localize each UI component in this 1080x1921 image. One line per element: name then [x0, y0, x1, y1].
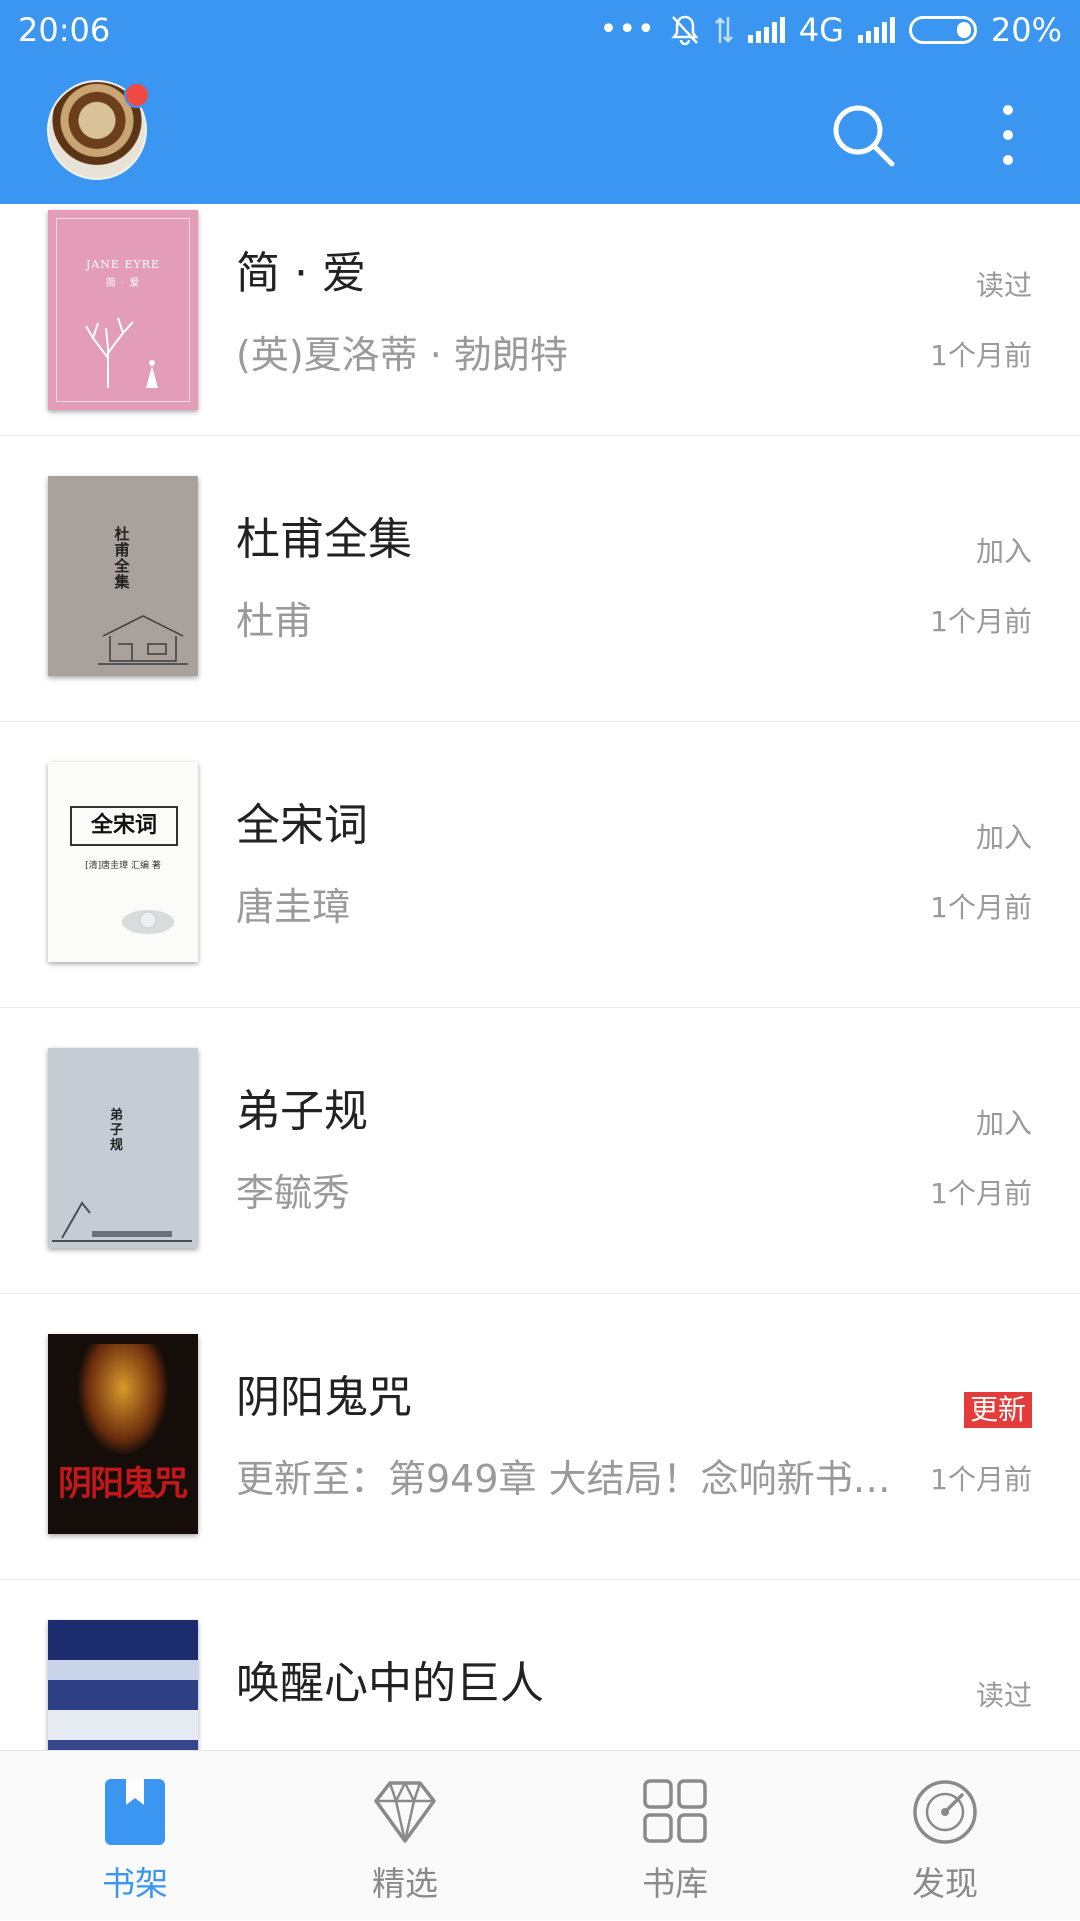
tab-featured[interactable]: 精选	[270, 1751, 540, 1921]
status-indicators: ••• 4G 20%	[600, 10, 1062, 50]
tab-discover[interactable]: 发现	[810, 1751, 1080, 1921]
status-time: 20:06	[18, 11, 111, 49]
grid-icon	[643, 1779, 707, 1843]
book-status: 加入	[975, 535, 1032, 568]
book-cover: 阴阳鬼咒	[48, 1334, 198, 1534]
book-cover	[48, 1620, 198, 1750]
book-status: 加入	[975, 821, 1032, 854]
book-title: 杜甫全集	[236, 514, 412, 565]
network-type: 4G	[798, 11, 844, 49]
bell-muted-icon	[671, 15, 699, 46]
book-time: 1个月前	[930, 1177, 1032, 1210]
cover-subtitle: 简 · 爱	[105, 278, 141, 289]
book-time: 1个月前	[930, 1463, 1032, 1496]
book-title: 弟子规	[236, 1086, 368, 1137]
cover-subtitle: [清]唐圭璋 汇编 著	[85, 861, 161, 871]
book-cover: 全宋词 [清]唐圭璋 汇编 著	[48, 762, 198, 962]
book-latest-chapter: 更新至：第949章 大结局！念响新书…	[236, 1457, 891, 1501]
book-author: 李毓秀	[236, 1171, 351, 1215]
list-item[interactable]: 全宋词 [清]唐圭璋 汇编 著 全宋词 加入 唐圭璋 1个月前	[0, 722, 1080, 1008]
book-status: 读过	[975, 1679, 1032, 1712]
book-author: (英)夏洛蒂 · 勃朗特	[236, 333, 568, 377]
book-title: 简 · 爱	[236, 248, 366, 299]
book-time: 1个月前	[930, 891, 1032, 924]
book-time: 1个月前	[930, 605, 1032, 638]
book-title: 全宋词	[236, 800, 368, 851]
bookshelf-icon	[105, 1779, 165, 1845]
battery-percent: 20%	[990, 11, 1062, 49]
battery-icon	[908, 16, 977, 44]
notification-dot	[124, 82, 150, 108]
cover-title: 阴阳鬼咒	[58, 1464, 188, 1504]
list-item[interactable]: 杜甫全集 杜甫全集 加入 杜甫 1个月前	[0, 436, 1080, 722]
book-cover: 杜甫全集	[48, 476, 198, 676]
tab-bookshelf[interactable]: 书架	[0, 1751, 270, 1921]
cover-title: 弟子规	[110, 1108, 124, 1153]
update-badge: 更新	[963, 1392, 1032, 1428]
tab-library[interactable]: 书库	[540, 1751, 810, 1921]
landscape-illustration-icon	[52, 1201, 192, 1242]
list-item[interactable]: 弟子规 弟子规 加入 李毓秀 1个月前	[0, 1008, 1080, 1294]
house-illustration-icon	[98, 615, 188, 665]
status-bar: 20:06 ••• 4G 20%	[0, 0, 1080, 62]
cover-title: 全宋词	[70, 806, 178, 846]
book-status: 读过	[975, 269, 1032, 302]
book-author: 唐圭璋	[236, 885, 351, 929]
app-bar	[0, 62, 1080, 204]
book-status: 加入	[975, 1107, 1032, 1140]
cover-title: 杜甫全集	[114, 525, 130, 591]
list-item[interactable]: JANE EYRE 简 · 爱 简 · 爱 读过 (英)夏洛蒂 · 勃朗特 1个…	[0, 204, 1080, 436]
diamond-icon	[374, 1781, 436, 1843]
book-author: 杜甫	[236, 599, 313, 643]
tab-label: 发现	[912, 1864, 978, 1903]
bottom-navigation: 书架 精选 书库 发现	[0, 1750, 1080, 1920]
book-cover: JANE EYRE 简 · 爱	[48, 210, 198, 410]
list-item[interactable]: 阴阳鬼咒 阴阳鬼咒 更新 更新至：第949章 大结局！念响新书… 1个月前	[0, 1294, 1080, 1580]
discover-icon	[913, 1780, 977, 1844]
book-title: 唤醒心中的巨人	[236, 1658, 544, 1709]
flower-illustration-icon	[122, 910, 174, 934]
tree-icon	[85, 317, 158, 388]
book-title: 阴阳鬼咒	[236, 1372, 412, 1423]
search-icon[interactable]	[828, 100, 898, 170]
data-transfer-icon	[714, 17, 733, 43]
more-vert-icon[interactable]	[988, 100, 1028, 170]
tab-label: 书架	[102, 1864, 168, 1903]
tab-label: 精选	[372, 1864, 438, 1903]
list-item[interactable]: 唤醒心中的巨人 读过	[0, 1580, 1080, 1750]
book-list[interactable]: JANE EYRE 简 · 爱 简 · 爱 读过 (英)夏洛蒂 · 勃朗特 1个…	[0, 204, 1080, 1750]
signal-strength-2-icon	[857, 17, 895, 43]
more-notifications-icon: •••	[599, 12, 656, 47]
signal-strength-icon	[747, 17, 785, 43]
cover-title: JANE EYRE	[85, 258, 161, 271]
tab-label: 书库	[642, 1864, 708, 1903]
book-time: 1个月前	[930, 339, 1032, 372]
book-cover: 弟子规	[48, 1048, 198, 1248]
